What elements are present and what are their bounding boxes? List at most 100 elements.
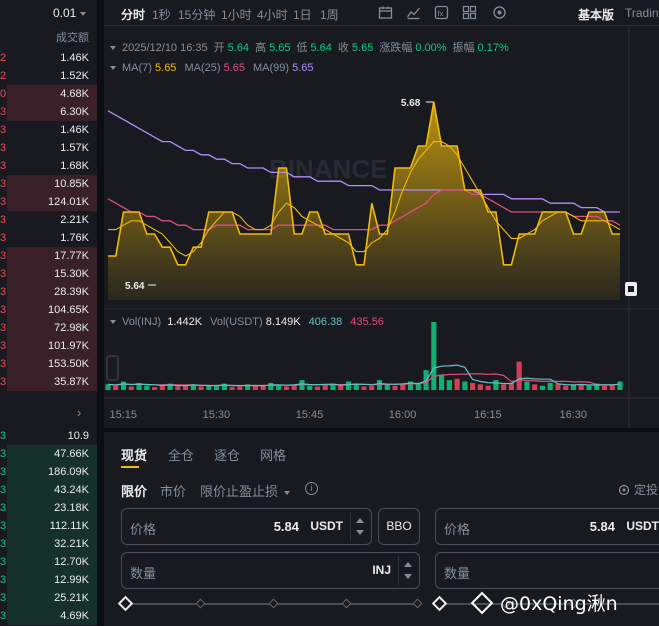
bid-price-fragment: 3 [0, 502, 7, 514]
quantity-stepper[interactable] [398, 556, 416, 585]
volume-bar [586, 385, 592, 390]
slider-stop-50[interactable] [268, 598, 279, 609]
bid-price-fragment: 3 [0, 556, 7, 568]
order-type-market[interactable]: 市价 [160, 481, 186, 500]
decrement-icon[interactable] [404, 574, 412, 579]
volume-bar [539, 385, 545, 390]
volume-bar [516, 361, 522, 390]
volume-bar [214, 385, 220, 390]
bid-row[interactable]: 3 12.99K [0, 571, 97, 589]
more-arrow-icon[interactable]: › [77, 405, 81, 420]
tab-spot[interactable]: 现货 [121, 445, 147, 464]
time-tick-label: 15:45 [296, 409, 324, 421]
ask-row[interactable]: 3 17.77K [0, 247, 97, 265]
price-value[interactable]: 5.84 [590, 519, 615, 534]
volume-bar [338, 385, 344, 390]
chart-panel: 分时 1秒 15分钟 1小时 4小时 1日 1周 fx 基本版 TradingV… [104, 0, 659, 428]
slider-stop-75[interactable] [341, 598, 352, 609]
auto-invest-icon [618, 484, 630, 496]
low-marker-label: 5.64 [125, 281, 145, 292]
ask-row[interactable]: 2 1.52K [0, 67, 97, 85]
tab-isolated[interactable]: 逐仓 [214, 445, 240, 464]
ask-price-fragment: 3 [0, 214, 7, 226]
tab-grid[interactable]: 网格 [260, 445, 286, 464]
volume-bar [283, 386, 289, 390]
ask-amount: 72.98K [54, 322, 89, 334]
sell-price-field[interactable]: 价格 5.84 USDT [435, 508, 659, 545]
ask-price-fragment: 3 [0, 286, 7, 298]
price-area [108, 102, 620, 300]
bid-row[interactable]: 3 10.9 [0, 427, 97, 445]
ask-row[interactable]: 3 124.01K [0, 193, 97, 211]
ask-amount: 153.50K [48, 358, 89, 370]
bid-row[interactable]: 3 47.66K [0, 445, 97, 463]
bbo-button[interactable]: BBO [378, 508, 420, 545]
ask-row[interactable]: 3 104.65K [0, 301, 97, 319]
price-stepper[interactable] [350, 512, 368, 541]
precision-select[interactable]: 0.01 [53, 6, 87, 20]
ask-row[interactable]: 3 1.76K [0, 229, 97, 247]
bid-amount: 43.24K [54, 484, 89, 496]
ask-amount: 35.87K [54, 376, 89, 388]
info-icon[interactable]: i [305, 482, 318, 495]
ask-price-fragment: 2 [0, 52, 7, 64]
buy-price-field[interactable]: 价格 5.84 USDT [121, 508, 372, 545]
ask-row[interactable]: 2 1.46K [0, 49, 97, 67]
buy-slider-thumb[interactable] [117, 595, 134, 612]
buy-quantity-field[interactable]: 数量 INJ [121, 552, 420, 589]
ask-row[interactable]: 3 35.87K [0, 373, 97, 391]
auto-invest-button[interactable]: 定投 [618, 481, 658, 498]
bid-row[interactable]: 3 32.21K [0, 535, 97, 553]
ask-row[interactable]: 3 28.39K [0, 283, 97, 301]
ask-row[interactable]: 3 10.85K [0, 175, 97, 193]
volume-bar [237, 386, 243, 390]
volume-bar [563, 385, 569, 390]
slider-stop-100[interactable] [412, 598, 423, 609]
ask-row[interactable]: 3 101.97K [0, 337, 97, 355]
slider-stop-25[interactable] [195, 598, 206, 609]
bid-row[interactable]: 3 4.69K [0, 607, 97, 625]
ask-row[interactable]: 3 1.46K [0, 121, 97, 139]
high-value: 5.65 [269, 42, 291, 54]
time-tick-label: 15:30 [203, 409, 231, 421]
chevron-down-icon[interactable] [110, 320, 116, 325]
bid-row[interactable]: 3 25.21K [0, 589, 97, 607]
price-value[interactable]: 5.84 [274, 519, 299, 534]
order-type-stop-limit[interactable]: 限价止盈止损 [200, 481, 290, 500]
bid-row[interactable]: 3 12.70K [0, 553, 97, 571]
ask-row[interactable]: 3 2.21K [0, 211, 97, 229]
low-label: 低 [296, 42, 308, 54]
sell-slider-thumb[interactable] [431, 595, 448, 612]
ask-amount: 1.76K [60, 232, 89, 244]
ask-row[interactable]: 3 72.98K [0, 319, 97, 337]
bid-row[interactable]: 3 43.24K [0, 481, 97, 499]
increment-icon[interactable] [404, 562, 412, 567]
ask-row[interactable]: 3 15.30K [0, 265, 97, 283]
ask-row[interactable]: 3 153.50K [0, 355, 97, 373]
quote-unit: USDT [310, 519, 343, 533]
bid-row[interactable]: 3 186.09K [0, 463, 97, 481]
bid-amount: 186.09K [48, 466, 89, 478]
bid-row[interactable]: 3 23.18K [0, 499, 97, 517]
volume-bar [198, 386, 204, 390]
ask-row[interactable]: 3 1.68K [0, 157, 97, 175]
bid-amount: 10.9 [67, 430, 89, 442]
order-type-limit[interactable]: 限价 [121, 481, 147, 500]
chevron-down-icon[interactable] [110, 46, 116, 51]
ask-row[interactable]: 3 1.57K [0, 139, 97, 157]
ask-row[interactable]: 3 6.30K [0, 103, 97, 121]
mid-price-row[interactable]: › [0, 400, 97, 426]
ma7-value: 5.65 [155, 62, 177, 74]
base-unit: INJ [372, 563, 391, 577]
tab-cross[interactable]: 全仓 [168, 445, 194, 464]
volume-bar [400, 384, 406, 390]
ask-row[interactable]: 0 4.68K [0, 85, 97, 103]
decrement-icon[interactable] [356, 530, 364, 535]
increment-icon[interactable] [356, 518, 364, 523]
ma25-label: MA(25) [184, 62, 221, 74]
chevron-down-icon[interactable] [110, 66, 116, 71]
volume-bar [493, 380, 499, 390]
bid-row[interactable]: 3 112.11K [0, 517, 97, 535]
volume-bar [369, 385, 375, 390]
sell-quantity-field[interactable]: 数量 [435, 552, 659, 589]
